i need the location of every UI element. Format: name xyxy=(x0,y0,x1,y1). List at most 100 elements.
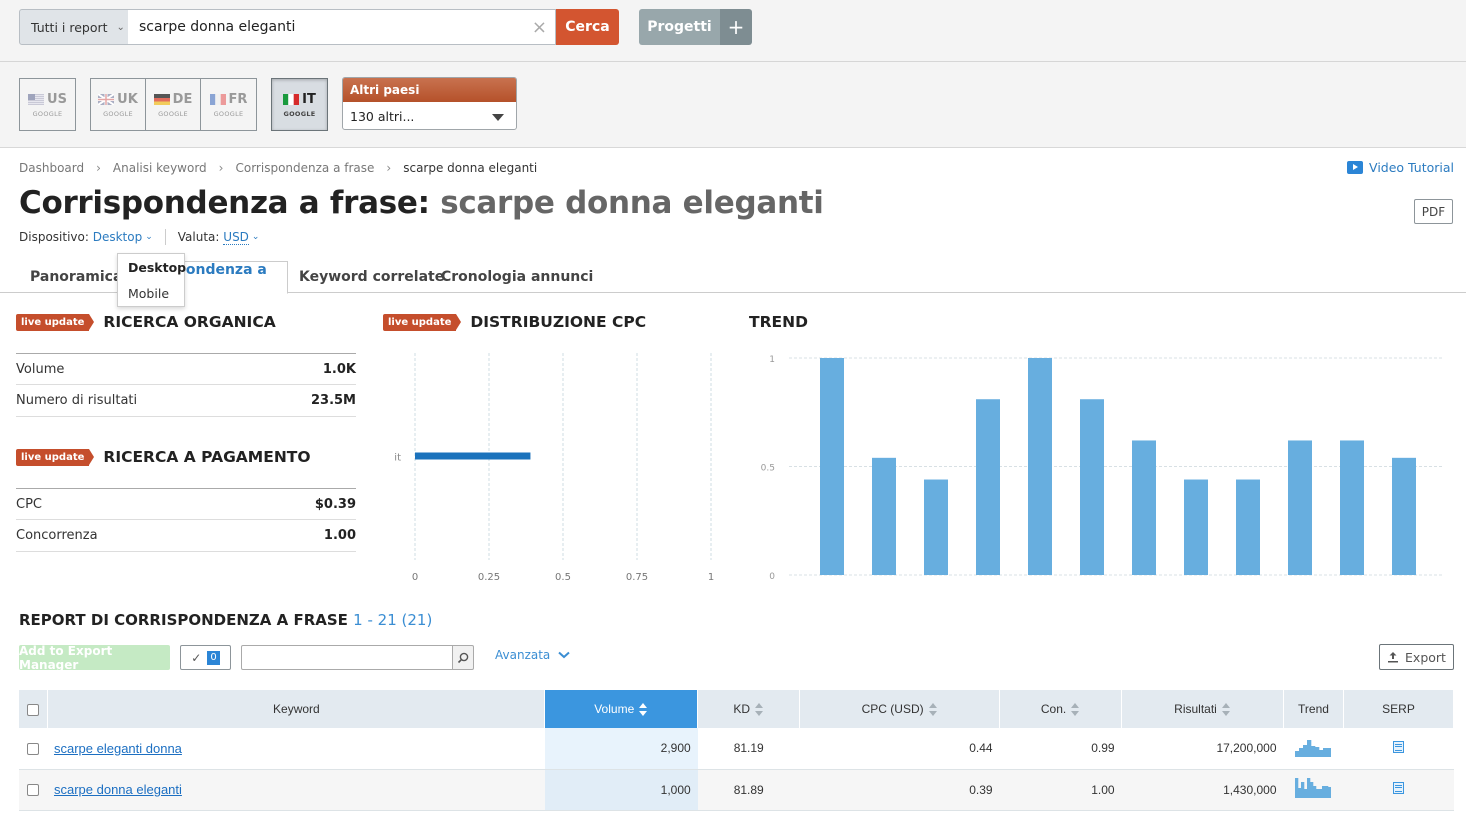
trend-bar xyxy=(1340,440,1364,575)
x-tick-label: 0 xyxy=(412,572,418,583)
sparkline-bar xyxy=(1310,782,1314,798)
breadcrumb-dashboard[interactable]: Dashboard xyxy=(19,161,84,175)
sort-icon xyxy=(1071,703,1080,717)
live-update-badge: live update xyxy=(16,448,95,466)
tab-ads-history[interactable]: Cronologia annunci xyxy=(430,261,604,293)
column-label: Con. xyxy=(1040,701,1067,716)
other-countries-select[interactable]: Altri paesi 130 altri... xyxy=(342,77,517,130)
chevron-down-icon xyxy=(558,651,570,659)
sparkline-bar xyxy=(1315,746,1320,757)
device-option-desktop[interactable]: Desktop xyxy=(118,254,186,280)
uk-flag-icon xyxy=(98,93,115,105)
country-group-eu: UK GOOGLE DE GOOGLE FR GOOGLE xyxy=(90,78,257,131)
add-project-button[interactable]: + xyxy=(720,9,752,45)
column-label: CPC (USD) xyxy=(861,701,924,716)
serp-icon[interactable] xyxy=(1392,740,1404,753)
chevron-down-icon: ⌄ xyxy=(116,21,125,33)
search-button[interactable]: Cerca xyxy=(556,9,619,45)
trend-bar xyxy=(1080,399,1104,575)
country-fr[interactable]: FR GOOGLE xyxy=(201,79,256,130)
advanced-filters-toggle[interactable]: Avanzata xyxy=(495,648,570,662)
column-volume[interactable]: Volume xyxy=(544,690,699,728)
trend-bar xyxy=(1236,479,1260,575)
select-all-header xyxy=(19,690,49,728)
engine-label: GOOGLE xyxy=(158,109,188,118)
report-scope-label: Tutti i report xyxy=(31,19,108,35)
device-label: Dispositivo: xyxy=(19,230,89,244)
sparkline-bar xyxy=(1327,747,1332,757)
filter-search-button[interactable] xyxy=(452,645,474,670)
row-checkbox[interactable] xyxy=(27,743,40,756)
organic-title: RICERCA ORGANICA xyxy=(103,313,276,331)
breadcrumb-keyword-analysis[interactable]: Analisi keyword xyxy=(113,161,207,175)
export-button[interactable]: Export xyxy=(1379,644,1454,670)
check-icon: ✓ xyxy=(191,650,202,665)
filter-input[interactable] xyxy=(241,645,453,670)
currency-select[interactable]: USD xyxy=(223,230,249,245)
table-header-row: Keyword Volume KD CPC (USD) Con. Risulta… xyxy=(19,690,1455,728)
selected-toggle[interactable]: ✓ 0 xyxy=(180,645,231,670)
y-tick-label: 0 xyxy=(769,572,775,582)
column-competition[interactable]: Con. xyxy=(999,690,1123,728)
country-de[interactable]: DE GOOGLE xyxy=(146,79,201,130)
row-checkbox[interactable] xyxy=(27,784,40,797)
keyword-cell: scarpe donna eleganti xyxy=(47,769,545,811)
breadcrumb-phrase-match[interactable]: Corrispondenza a frase xyxy=(235,161,374,175)
category-label: it xyxy=(394,453,401,464)
trend-bar xyxy=(1184,479,1208,575)
projects-button[interactable]: Progetti xyxy=(639,9,720,45)
column-results[interactable]: Risultati xyxy=(1121,690,1284,728)
column-cpc[interactable]: CPC (USD) xyxy=(799,690,1001,728)
de-flag-icon xyxy=(153,93,170,105)
device-select[interactable]: Desktop xyxy=(93,230,143,244)
chevron-down-icon: ⌄ xyxy=(251,232,260,242)
stat-value: 1.0K xyxy=(322,361,356,377)
report-scope-select[interactable]: Tutti i report ⌄ xyxy=(19,9,129,45)
kd-cell: 81.89 xyxy=(697,769,800,811)
country-code: IT xyxy=(302,91,316,107)
stat-row: Concorrenza 1.00 xyxy=(16,520,356,552)
cpc-title: DISTRIBUZIONE CPC xyxy=(470,313,647,331)
other-countries-value: 130 altri... xyxy=(350,108,415,124)
trend-sparkline xyxy=(1295,739,1332,757)
filters-bar: Dispositivo: Desktop ⌄ Valuta: USD ⌄ xyxy=(19,229,259,245)
upload-icon xyxy=(1388,652,1399,663)
paid-section-title: live update RICERCA A PAGAMENTO xyxy=(16,448,311,466)
column-label: Volume xyxy=(594,701,635,716)
row-checkbox-cell xyxy=(19,728,48,770)
chevron-down-icon: ⌄ xyxy=(145,232,153,242)
volume-cell: 1,000 xyxy=(544,769,698,811)
column-kd[interactable]: KD xyxy=(697,690,801,728)
device-option-mobile[interactable]: Mobile xyxy=(118,280,184,306)
chevron-right-icon: › xyxy=(218,161,224,175)
country-group-it: IT GOOGLE xyxy=(271,78,328,131)
us-flag-icon xyxy=(28,93,45,105)
cpc-distribution-chart: 0 0.25 0.5 0.75 1 it xyxy=(394,353,714,583)
country-it[interactable]: IT GOOGLE xyxy=(272,79,327,130)
column-keyword[interactable]: Keyword xyxy=(47,690,546,728)
keyword-link[interactable]: scarpe donna eleganti xyxy=(54,782,182,797)
serp-cell xyxy=(1343,728,1454,770)
country-uk[interactable]: UK GOOGLE xyxy=(91,79,146,130)
it-flag-icon xyxy=(283,93,300,105)
trend-bar xyxy=(1132,440,1156,575)
stat-row: Volume 1.0K xyxy=(16,353,356,385)
sparkline-bar xyxy=(1303,744,1308,757)
pdf-button[interactable]: PDF xyxy=(1414,199,1453,224)
keyword-cell: scarpe eleganti donna xyxy=(47,728,545,770)
keyword-link[interactable]: scarpe eleganti donna xyxy=(54,741,182,756)
country-group-us: US GOOGLE xyxy=(19,78,76,131)
x-tick-label: 1 xyxy=(708,572,714,583)
sparkline-bar xyxy=(1301,782,1305,798)
results-cell: 1,430,000 xyxy=(1121,769,1284,811)
clear-icon[interactable]: × xyxy=(532,17,547,38)
country-us[interactable]: US GOOGLE xyxy=(20,79,75,130)
select-all-checkbox[interactable] xyxy=(27,703,40,716)
kd-cell: 81.19 xyxy=(697,728,800,770)
divider xyxy=(164,229,166,245)
add-to-export-manager-button[interactable]: Add to Export Manager xyxy=(19,644,170,672)
sparkline-bar xyxy=(1299,747,1304,757)
video-tutorial-link[interactable]: Video Tutorial xyxy=(1347,160,1454,175)
search-input[interactable]: scarpe donna eleganti × xyxy=(128,9,556,45)
serp-icon[interactable] xyxy=(1392,782,1404,794)
